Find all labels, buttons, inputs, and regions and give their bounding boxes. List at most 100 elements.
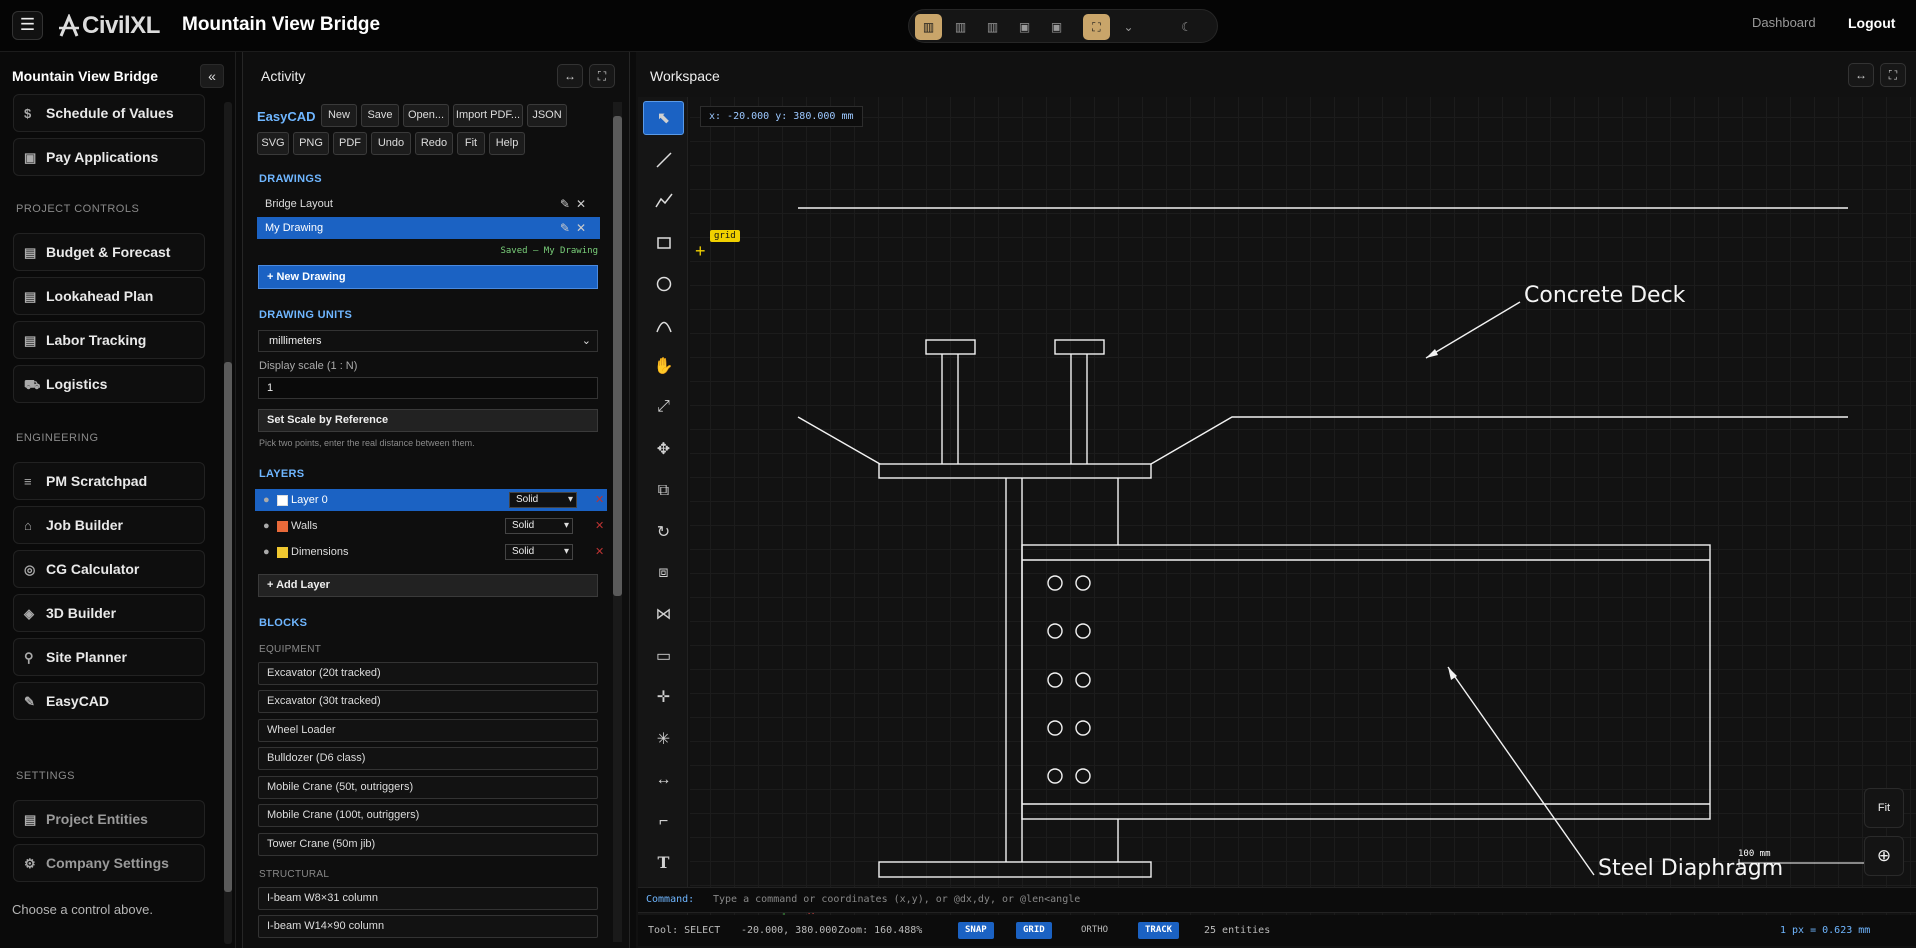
copy-tool-icon[interactable]: ⧉ bbox=[643, 474, 684, 508]
expand-horizontal-icon[interactable]: ↔ bbox=[557, 64, 583, 88]
delete-layer-icon[interactable]: ✕ bbox=[595, 541, 604, 563]
sidebar-item-labor-tracking[interactable]: ▤ Labor Tracking bbox=[13, 321, 205, 359]
stretch-tool-icon[interactable]: ⧈ bbox=[643, 556, 684, 590]
set-scale-button[interactable]: Set Scale by Reference bbox=[258, 409, 598, 432]
block-item[interactable]: Mobile Crane (100t, outriggers) bbox=[258, 804, 598, 827]
layout-2-button[interactable]: ▥ bbox=[947, 14, 974, 40]
layer-color-swatch[interactable] bbox=[277, 521, 288, 532]
sidebar-item-cg-calculator[interactable]: ◎ CG Calculator bbox=[13, 550, 205, 588]
sidebar-scrollbar-thumb[interactable] bbox=[224, 362, 232, 892]
text-tool-icon[interactable]: T bbox=[643, 845, 684, 879]
block-item[interactable]: Wheel Loader bbox=[258, 719, 598, 742]
pan-hand-icon[interactable]: ✋ bbox=[643, 349, 684, 383]
logout-button[interactable]: Logout bbox=[1848, 15, 1895, 31]
drawing-item-selected[interactable]: My Drawing ✎✕ bbox=[257, 217, 600, 239]
snap-toggle[interactable]: SNAP bbox=[958, 922, 994, 939]
layer-row[interactable]: ●DimensionsSolid✕ bbox=[255, 541, 607, 563]
drawing-canvas[interactable]: Concrete Deck Steel Diaphragm XY bbox=[690, 97, 1916, 933]
block-item[interactable]: Tower Crane (50m jib) bbox=[258, 833, 598, 856]
app-logo[interactable]: CivilXL bbox=[58, 12, 160, 40]
command-input[interactable]: Type a command or coordinates (x,y), or … bbox=[713, 894, 1080, 905]
fillet-tool-icon[interactable]: ⌐ bbox=[643, 805, 684, 839]
recenter-icon[interactable]: ⊕ bbox=[1864, 836, 1904, 876]
moon-icon[interactable]: ☾ bbox=[1173, 14, 1200, 40]
trim-tool-icon[interactable]: ✛ bbox=[643, 680, 684, 714]
line-style-select[interactable]: Solid bbox=[509, 492, 577, 508]
offset-tool-icon[interactable]: ▭ bbox=[643, 639, 684, 673]
visibility-dot-icon[interactable]: ● bbox=[263, 515, 270, 537]
svg-export-button[interactable]: SVG bbox=[257, 132, 289, 155]
drawing-item[interactable]: Bridge Layout ✎✕ bbox=[257, 193, 600, 215]
expand-horizontal-icon[interactable]: ↔ bbox=[1848, 63, 1874, 87]
scale-tool-icon[interactable]: ⤢ bbox=[643, 390, 684, 424]
add-layer-button[interactable]: + Add Layer bbox=[258, 574, 598, 597]
command-line[interactable]: Command: Type a command or coordinates (… bbox=[638, 887, 1916, 913]
units-select[interactable]: millimeters ⌄ bbox=[258, 330, 598, 352]
edit-delete-icons[interactable]: ✎✕ bbox=[560, 217, 592, 239]
sidebar-item-budget-forecast[interactable]: ▤ Budget & Forecast bbox=[13, 233, 205, 271]
layout-4-button[interactable]: ▣ bbox=[1011, 14, 1038, 40]
block-item[interactable]: Excavator (30t tracked) bbox=[258, 690, 598, 713]
dashboard-link[interactable]: Dashboard bbox=[1752, 15, 1816, 30]
layer-color-swatch[interactable] bbox=[277, 495, 288, 506]
sidebar-item-company-settings[interactable]: ⚙ Company Settings bbox=[13, 844, 205, 882]
layout-3-button[interactable]: ▥ bbox=[979, 14, 1006, 40]
layer-row[interactable]: ●WallsSolid✕ bbox=[255, 515, 607, 537]
sidebar-item-pay-applications[interactable]: ▣ Pay Applications bbox=[13, 138, 205, 176]
maximize-icon[interactable]: ⛶ bbox=[1880, 63, 1906, 87]
layout-5-button[interactable]: ▣ bbox=[1043, 14, 1070, 40]
sidebar-item-job-builder[interactable]: ⌂ Job Builder bbox=[13, 506, 205, 544]
sidebar-item-project-entities[interactable]: ▤ Project Entities bbox=[13, 800, 205, 838]
display-scale-input[interactable]: 1 bbox=[258, 377, 598, 399]
delete-layer-icon[interactable]: ✕ bbox=[595, 515, 604, 537]
deck-label[interactable]: Concrete Deck bbox=[1524, 283, 1686, 308]
json-button[interactable]: JSON bbox=[527, 104, 567, 127]
circle-tool-icon[interactable] bbox=[643, 267, 684, 301]
line-style-select[interactable]: Solid bbox=[505, 544, 573, 560]
layer-row-selected[interactable]: ●Layer 0Solid✕ bbox=[255, 489, 607, 511]
explode-tool-icon[interactable]: ✳ bbox=[643, 722, 684, 756]
rectangle-tool-icon[interactable] bbox=[643, 226, 684, 260]
mirror-tool-icon[interactable]: ⋈ bbox=[643, 597, 684, 631]
sidebar-item-lookahead-plan[interactable]: ▤ Lookahead Plan bbox=[13, 277, 205, 315]
help-button[interactable]: Help bbox=[489, 132, 525, 155]
redo-button[interactable]: Redo bbox=[415, 132, 453, 155]
edit-delete-icons[interactable]: ✎✕ bbox=[560, 193, 592, 215]
sidebar-item-pm-scratchpad[interactable]: ≡ PM Scratchpad bbox=[13, 462, 205, 500]
block-item[interactable]: Bulldozer (D6 class) bbox=[258, 747, 598, 770]
undo-button[interactable]: Undo bbox=[371, 132, 411, 155]
arc-tool-icon[interactable] bbox=[643, 309, 684, 343]
ortho-toggle[interactable]: ORTHO bbox=[1074, 922, 1115, 939]
visibility-dot-icon[interactable]: ● bbox=[263, 489, 270, 511]
delete-layer-icon[interactable]: ✕ bbox=[595, 489, 604, 511]
move-tool-icon[interactable]: ✥ bbox=[643, 432, 684, 466]
select-tool-icon[interactable]: ⬉ bbox=[643, 101, 684, 135]
menu-icon[interactable]: ☰ bbox=[12, 11, 43, 40]
pdf-export-button[interactable]: PDF bbox=[333, 132, 367, 155]
maximize-icon[interactable]: ⛶ bbox=[589, 64, 615, 88]
collapse-sidebar-button[interactable]: « bbox=[200, 64, 224, 88]
png-export-button[interactable]: PNG bbox=[293, 132, 329, 155]
block-item[interactable]: Mobile Crane (50t, outriggers) bbox=[258, 776, 598, 799]
sidebar-item-3d-builder[interactable]: ◈ 3D Builder bbox=[13, 594, 205, 632]
sidebar-item-site-planner[interactable]: ⚲ Site Planner bbox=[13, 638, 205, 676]
activity-scrollbar-thumb[interactable] bbox=[613, 116, 622, 596]
fit-view-button[interactable]: Fit bbox=[1864, 788, 1904, 828]
open-button[interactable]: Open... bbox=[403, 104, 449, 127]
line-tool-icon[interactable] bbox=[643, 143, 684, 177]
track-toggle[interactable]: TRACK bbox=[1138, 922, 1180, 939]
sidebar-item-logistics[interactable]: ⛟ Logistics bbox=[13, 365, 205, 403]
chevron-down-icon[interactable]: ⌄ bbox=[1115, 14, 1142, 40]
new-button[interactable]: New bbox=[321, 104, 357, 127]
block-item[interactable]: I-beam W8×31 column bbox=[258, 887, 598, 910]
import-pdf-button[interactable]: Import PDF... bbox=[453, 104, 523, 127]
fullscreen-toggle[interactable]: ⛶ bbox=[1083, 14, 1110, 40]
layout-1-button[interactable]: ▥ bbox=[915, 14, 942, 40]
polyline-tool-icon[interactable] bbox=[643, 184, 684, 218]
block-item[interactable]: Excavator (20t tracked) bbox=[258, 662, 598, 685]
save-button[interactable]: Save bbox=[361, 104, 399, 127]
sidebar-item-schedule-of-values[interactable]: $ Schedule of Values bbox=[13, 94, 205, 132]
grid-toggle[interactable]: GRID bbox=[1016, 922, 1052, 939]
sidebar-item-easycad[interactable]: ✎ EasyCAD bbox=[13, 682, 205, 720]
fit-button[interactable]: Fit bbox=[457, 132, 485, 155]
